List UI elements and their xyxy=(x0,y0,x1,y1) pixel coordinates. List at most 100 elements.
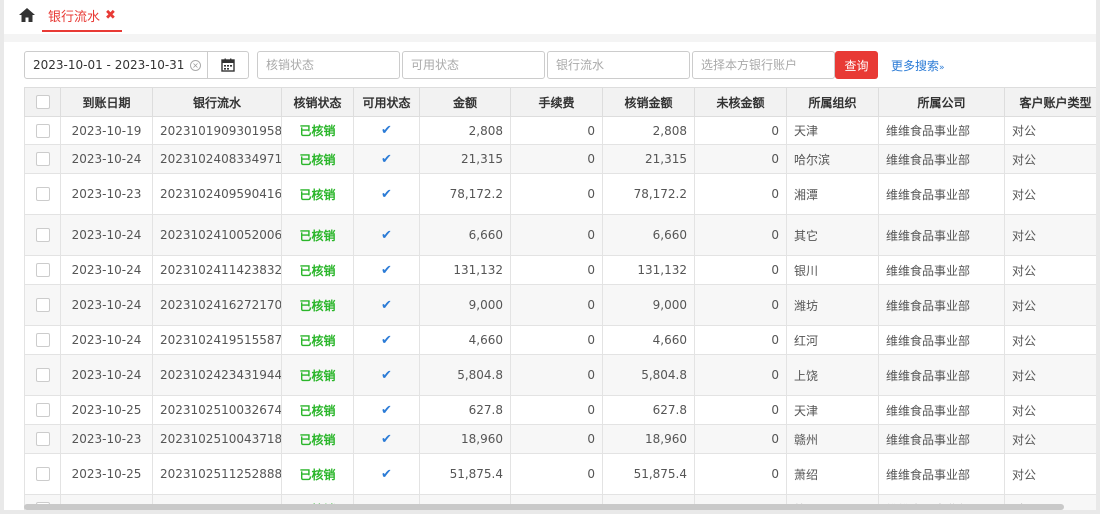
column-header[interactable]: 到账日期 xyxy=(60,87,153,117)
cell-fee: 0 xyxy=(510,214,603,256)
divider xyxy=(4,34,1096,42)
cell-bank-flow: 20231019093019585 xyxy=(152,116,282,145)
cell-amount: 5,804.8 xyxy=(419,354,511,396)
cell-written-amount: 2,808 xyxy=(602,116,695,145)
cell-available: ✔ xyxy=(353,424,420,454)
column-header[interactable]: 所属组织 xyxy=(786,87,879,117)
cell-available: ✔ xyxy=(353,395,420,425)
cell-fee: 0 xyxy=(510,424,603,454)
column-header[interactable]: 银行流水 xyxy=(152,87,282,117)
bank-account-select[interactable] xyxy=(692,51,835,79)
clear-icon[interactable]: × xyxy=(190,60,201,71)
check-icon: ✔ xyxy=(381,227,392,243)
row-checkbox[interactable] xyxy=(35,152,50,167)
table-row[interactable]: 2023-10-24 20231024234319449 已核销 ✔ 5,804.8 0 5… xyxy=(24,354,1096,396)
cell-written-amount: 51,875.4 xyxy=(602,453,695,495)
row-checkbox[interactable] xyxy=(35,432,50,447)
date-range-input[interactable]: 2023-10-01 - 2023-10-31 × xyxy=(24,51,208,79)
calendar-button[interactable] xyxy=(207,51,249,79)
table-row[interactable]: 2023-10-24 20231024083349717 已核销 ✔ 21,315 0 21… xyxy=(24,144,1096,174)
table-row[interactable]: 2023-10-24 20231024162721709 已核销 ✔ 9,000 0 9,0… xyxy=(24,284,1096,326)
cell-date: 2023-10-24 xyxy=(60,284,153,326)
table-row[interactable]: 2023-10-25 20231025112528888 已核销 ✔ 51,875.4 0… xyxy=(24,453,1096,495)
cell-date: 2023-10-24 xyxy=(60,255,153,285)
cell-org: 上饶 xyxy=(786,354,879,396)
row-checkbox[interactable] xyxy=(35,123,50,138)
check-icon: ✔ xyxy=(381,297,392,313)
cell-date: 2023-10-24 xyxy=(60,144,153,174)
close-icon[interactable]: ✖ xyxy=(105,9,116,22)
row-checkbox[interactable] xyxy=(35,368,50,383)
cell-fee: 0 xyxy=(510,116,603,145)
cell-org: 红河 xyxy=(786,325,879,355)
row-checkbox[interactable] xyxy=(35,333,50,348)
home-icon[interactable] xyxy=(18,7,36,23)
cell-unwritten-amount: 0 xyxy=(694,255,787,285)
column-header[interactable]: 手续费 xyxy=(510,87,603,117)
cell-unwritten-amount: 0 xyxy=(694,116,787,145)
row-checkbox[interactable] xyxy=(35,403,50,418)
row-checkbox[interactable] xyxy=(35,187,50,202)
writeoff-status-input[interactable] xyxy=(257,51,400,79)
cell-fee: 0 xyxy=(510,354,603,396)
check-icon: ✔ xyxy=(381,466,392,482)
row-checkbox xyxy=(24,424,61,454)
cell-company: 维维食品事业部 xyxy=(878,214,1005,256)
tab-bank-flow[interactable]: 银行流水 ✖ xyxy=(42,0,122,32)
table-row[interactable]: 2023-10-23 20231025100437188 已核销 ✔ 18,960 0 18… xyxy=(24,424,1096,454)
cell-unwritten-amount: 0 xyxy=(694,453,787,495)
cell-writeoff-status: 已核销 xyxy=(281,255,354,285)
available-status-input[interactable] xyxy=(402,51,545,79)
more-search-link[interactable]: 更多搜索» xyxy=(891,57,945,74)
column-header[interactable]: 未核金额 xyxy=(694,87,787,117)
cell-amount: 2,808 xyxy=(419,116,511,145)
cell-account-type: 对公 xyxy=(1004,325,1096,355)
cell-amount: 18,960 xyxy=(419,424,511,454)
query-button[interactable]: 查询 xyxy=(835,51,878,79)
column-header[interactable]: 金额 xyxy=(419,87,511,117)
select-all-checkbox[interactable] xyxy=(35,95,50,110)
row-checkbox xyxy=(24,453,61,495)
cell-account-type: 对公 xyxy=(1004,284,1096,326)
table-row[interactable]: 2023-10-24 20231024100520060 已核销 ✔ 6,660 0 6,6… xyxy=(24,214,1096,256)
cell-org: 银川 xyxy=(786,255,879,285)
table-row[interactable]: 2023-10-25 20231025100326740 已核销 ✔ 627.8 0 627… xyxy=(24,395,1096,425)
table-row[interactable]: 2023-10-19 20231019093019585 已核销 ✔ 2,808 0 2,8… xyxy=(24,116,1096,145)
row-checkbox[interactable] xyxy=(35,263,50,278)
cell-available: ✔ xyxy=(353,214,420,256)
cell-written-amount: 18,960 xyxy=(602,424,695,454)
column-header[interactable]: 核销状态 xyxy=(281,87,354,117)
cell-bank-flow: 20231024162721709 xyxy=(152,284,282,326)
table-header: 到账日期 银行流水 核销状态 可用状态 金额 手续费 核销金额 未核金额 所属组… xyxy=(24,87,1096,117)
cell-amount: 627.8 xyxy=(419,395,511,425)
cell-bank-flow: 20231024083349717 xyxy=(152,144,282,174)
horizontal-scrollbar[interactable] xyxy=(24,504,1064,510)
bank-flow-input[interactable] xyxy=(547,51,690,79)
cell-written-amount: 131,132 xyxy=(602,255,695,285)
column-header[interactable]: 可用状态 xyxy=(353,87,420,117)
row-checkbox[interactable] xyxy=(35,467,50,482)
table-row[interactable]: 2023-10-24 20231024195155873 已核销 ✔ 4,660 0 4,6… xyxy=(24,325,1096,355)
cell-company: 维维食品事业部 xyxy=(878,173,1005,215)
data-table: 到账日期 银行流水 核销状态 可用状态 金额 手续费 核销金额 未核金额 所属组… xyxy=(24,87,1096,510)
cell-available: ✔ xyxy=(353,354,420,396)
cell-written-amount: 78,172.2 xyxy=(602,173,695,215)
cell-unwritten-amount: 0 xyxy=(694,214,787,256)
cell-org: 天津 xyxy=(786,116,879,145)
table-row[interactable]: 2023-10-24 20231024114238327 已核销 ✔ 131,132 0 1… xyxy=(24,255,1096,285)
filter-bar: 2023-10-01 - 2023-10-31 × 查询 更多搜索» xyxy=(24,51,1084,79)
column-header[interactable]: 核销金额 xyxy=(602,87,695,117)
cell-available: ✔ xyxy=(353,255,420,285)
cell-writeoff-status: 已核销 xyxy=(281,116,354,145)
cell-amount: 9,000 xyxy=(419,284,511,326)
table-row[interactable]: 2023-10-23 20231024095904161 已核销 ✔ 78,172.2 0… xyxy=(24,173,1096,215)
column-header[interactable]: 所属公司 xyxy=(878,87,1005,117)
cell-writeoff-status: 已核销 xyxy=(281,424,354,454)
column-header[interactable]: 客户账户类型 xyxy=(1004,87,1096,117)
cell-amount: 6,660 xyxy=(419,214,511,256)
cell-date: 2023-10-25 xyxy=(60,395,153,425)
row-checkbox[interactable] xyxy=(35,298,50,313)
cell-org: 哈尔滨 xyxy=(786,144,879,174)
row-checkbox[interactable] xyxy=(35,228,50,243)
tab-label: 银行流水 xyxy=(48,9,101,25)
